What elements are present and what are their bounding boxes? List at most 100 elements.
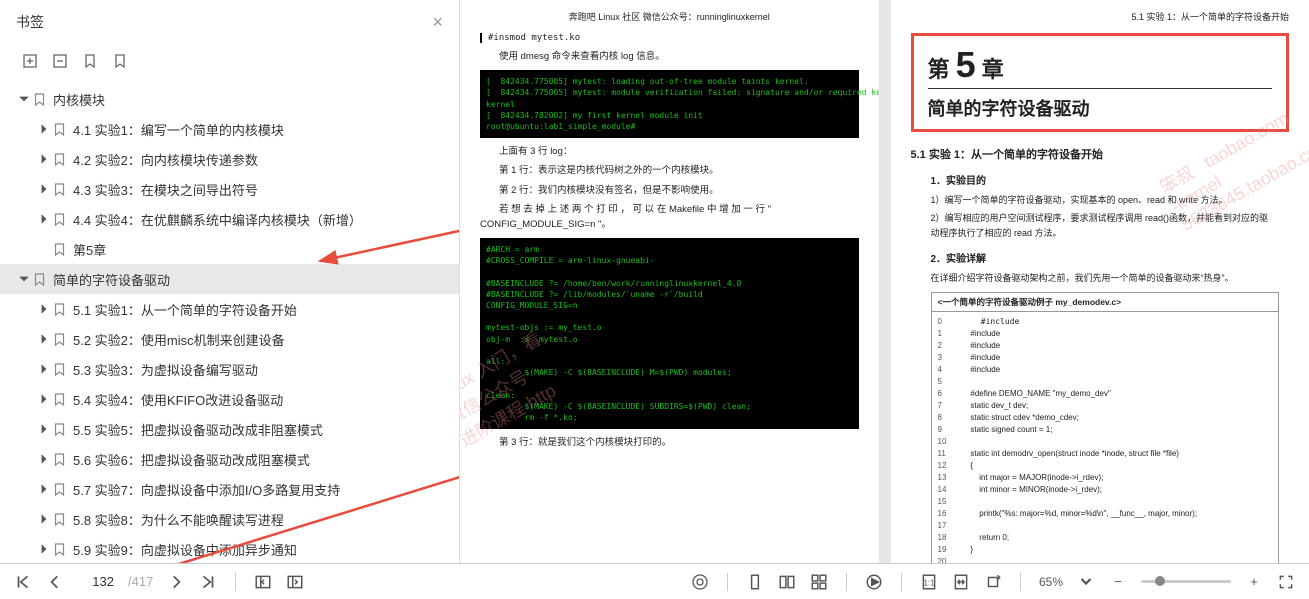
chevron-right-icon[interactable] — [38, 213, 50, 225]
chevron-right-icon[interactable] — [38, 393, 50, 405]
chevron-right-icon[interactable] — [38, 513, 50, 525]
chevron-right-icon[interactable] — [38, 543, 50, 555]
paragraph: 2）编写相应的用户空间测试程序，要求测试程序调用 read()函数，并能看到对应… — [931, 211, 1270, 240]
paragraph: 1）编写一个简单的字符设备驱动，实现基本的 open、read 和 write … — [931, 193, 1270, 207]
sidebar-item-label: 第5章 — [73, 240, 106, 259]
rotate-icon[interactable] — [984, 573, 1002, 591]
sidebar-item[interactable]: 4.1 实验1：编写一个简单的内核模块 — [0, 114, 459, 144]
first-page-icon[interactable] — [14, 573, 32, 591]
sidebar-item-label: 5.7 实验7：向虚拟设备中添加I/O多路复用支持 — [73, 480, 340, 499]
fullscreen-icon[interactable] — [1277, 573, 1295, 591]
page-header-right: 5.1 实验 1：从一个简单的字符设备开始 — [911, 10, 1290, 23]
grid-view-icon[interactable] — [810, 573, 828, 591]
chevron-right-icon[interactable] — [38, 333, 50, 345]
chevron-right-icon[interactable] — [38, 453, 50, 465]
sidebar-item[interactable]: 简单的字符设备驱动 — [0, 264, 459, 294]
close-icon[interactable]: × — [432, 12, 443, 33]
sidebar-item-label: 4.3 实验3：在模块之间导出符号 — [73, 180, 258, 199]
sidebar-item[interactable]: 5.3 实验3：为虚拟设备编写驱动 — [0, 354, 459, 384]
sidebar-item[interactable]: 5.1 实验1：从一个简单的字符设备开始 — [0, 294, 459, 324]
terminal-output-2: #ARCH = arm #CROSS_COMPILE = arm-linux-g… — [480, 238, 859, 429]
chevron-right-icon[interactable] — [38, 483, 50, 495]
sidebar-item-label: 4.1 实验1：编写一个简单的内核模块 — [73, 120, 284, 139]
sidebar-item[interactable]: 内核模块 — [0, 84, 459, 114]
sidebar-title: 书签 — [16, 12, 44, 32]
chevron-right-icon[interactable] — [38, 123, 50, 135]
svg-text:1:1: 1:1 — [924, 578, 935, 587]
text-line: 第 1 行：表示这是内核代码树之外的一个内核模块。 — [480, 163, 859, 178]
bookmark-icon — [54, 363, 65, 376]
add-bookmark-icon[interactable] — [22, 53, 38, 69]
chevron-right-icon[interactable] — [38, 423, 50, 435]
sidebar-item[interactable]: 4.4 实验4：在优麒麟系统中编译内核模块（新增） — [0, 204, 459, 234]
text-line: 若 想 去 掉 上 述 两 个 打 印 ， 可 以 在 Makefile 中 增… — [480, 202, 859, 232]
bottom-toolbar: /417 1:1 65% − + — [0, 563, 1309, 599]
page-header-left: 奔跑吧 Linux 社区 微信公众号：runninglinuxkernel — [480, 10, 859, 23]
bookmark-icon — [54, 303, 65, 316]
code-listing: <一个简单的字符设备驱动例子 my_demodev.c> 0 #include … — [931, 292, 1280, 563]
subsection-title: 2．实验详解 — [931, 250, 1290, 265]
bookmark-icon — [54, 333, 65, 346]
sidebar-item[interactable]: 5.4 实验4：使用KFIFO改进设备驱动 — [0, 384, 459, 414]
chevron-right-icon[interactable] — [38, 183, 50, 195]
single-page-icon[interactable] — [746, 573, 764, 591]
chevron-down-icon[interactable] — [1077, 573, 1095, 591]
sidebar-item[interactable]: 4.3 实验3：在模块之间导出符号 — [0, 174, 459, 204]
bookmark-icon — [54, 153, 65, 166]
read-mode-icon[interactable] — [691, 573, 709, 591]
sidebar-item-label: 4.4 实验4：在优麒麟系统中编译内核模块（新增） — [73, 210, 362, 229]
prev-page-icon[interactable] — [46, 573, 64, 591]
sidebar-item[interactable]: 第5章 — [0, 234, 459, 264]
text-line: 上面有 3 行 log： — [480, 144, 859, 159]
page-input[interactable] — [78, 574, 114, 589]
last-page-icon[interactable] — [199, 573, 217, 591]
bookmark-outline-icon[interactable] — [112, 53, 128, 69]
chapter-number: 第 5 章 — [928, 44, 1273, 89]
sidebar-item-label: 简单的字符设备驱动 — [53, 270, 170, 289]
zoom-in-icon[interactable]: + — [1245, 573, 1263, 591]
collapse-icon[interactable] — [254, 573, 272, 591]
autoscroll-icon[interactable] — [865, 573, 883, 591]
sidebar-item-label: 5.5 实验5：把虚拟设备驱动改成非阻塞模式 — [73, 420, 323, 439]
remove-bookmark-icon[interactable] — [52, 53, 68, 69]
page-left: 奔跑吧 Linux 社区 微信公众号：runninglinuxkernel #i… — [460, 0, 879, 563]
sidebar-item-label: 4.2 实验2：向内核模块传递参数 — [73, 150, 258, 169]
page-total: /417 — [128, 574, 153, 589]
chevron-down-icon[interactable] — [18, 273, 30, 285]
chevron-right-icon[interactable] — [38, 363, 50, 375]
terminal-output-1: [ 842434.775005] mytest: loading out-of-… — [480, 70, 859, 138]
section-title: 5.1 实验 1：从一个简单的字符设备开始 — [911, 146, 1290, 162]
bookmark-icon — [34, 93, 45, 106]
two-page-icon[interactable] — [778, 573, 796, 591]
chevron-down-icon[interactable] — [18, 93, 30, 105]
sidebar-item-label: 5.6 实验6：把虚拟设备驱动改成阻塞模式 — [73, 450, 310, 469]
sidebar-item-label: 5.4 实验4：使用KFIFO改进设备驱动 — [73, 390, 283, 409]
zoom-slider[interactable] — [1141, 580, 1231, 583]
chapter-title: 简单的字符设备驱动 — [928, 95, 1273, 121]
bookmark-tree: 内核模块 4.1 实验1：编写一个简单的内核模块 4.2 实验2：向内核模块传递参数… — [0, 78, 459, 563]
bookmark-icon — [54, 183, 65, 196]
bookmark-icon — [54, 543, 65, 556]
chevron-right-icon[interactable] — [38, 303, 50, 315]
sidebar-item[interactable]: 5.9 实验9：向虚拟设备中添加异步通知 — [0, 534, 459, 563]
zoom-label: 65% — [1039, 575, 1063, 589]
zoom-out-icon[interactable]: − — [1109, 573, 1127, 591]
sidebar-item[interactable]: 5.6 实验6：把虚拟设备驱动改成阻塞模式 — [0, 444, 459, 474]
sidebar-item[interactable]: 5.8 实验8：为什么不能唤醒读写进程 — [0, 504, 459, 534]
fit-page-icon[interactable]: 1:1 — [920, 573, 938, 591]
bookmark-icon[interactable] — [82, 53, 98, 69]
sidebar-item[interactable]: 5.2 实验2：使用misc机制来创建设备 — [0, 324, 459, 354]
text-line: 使用 dmesg 命令来查看内核 log 信息。 — [480, 49, 859, 64]
document-view: 奔跑吧 Linux 社区 微信公众号：runninglinuxkernel #i… — [460, 0, 1309, 563]
next-page-icon[interactable] — [167, 573, 185, 591]
bookmark-icon — [54, 123, 65, 136]
chevron-right-icon[interactable] — [38, 153, 50, 165]
sidebar-item[interactable]: 4.2 实验2：向内核模块传递参数 — [0, 144, 459, 174]
sidebar-item-label: 5.9 实验9：向虚拟设备中添加异步通知 — [73, 540, 297, 559]
expand-icon[interactable] — [286, 573, 304, 591]
sidebar-item[interactable]: 5.5 实验5：把虚拟设备驱动改成非阻塞模式 — [0, 414, 459, 444]
sidebar-item[interactable]: 5.7 实验7：向虚拟设备中添加I/O多路复用支持 — [0, 474, 459, 504]
fit-width-icon[interactable] — [952, 573, 970, 591]
sidebar-item-label: 5.1 实验1：从一个简单的字符设备开始 — [73, 300, 297, 319]
bookmark-icon — [54, 453, 65, 466]
